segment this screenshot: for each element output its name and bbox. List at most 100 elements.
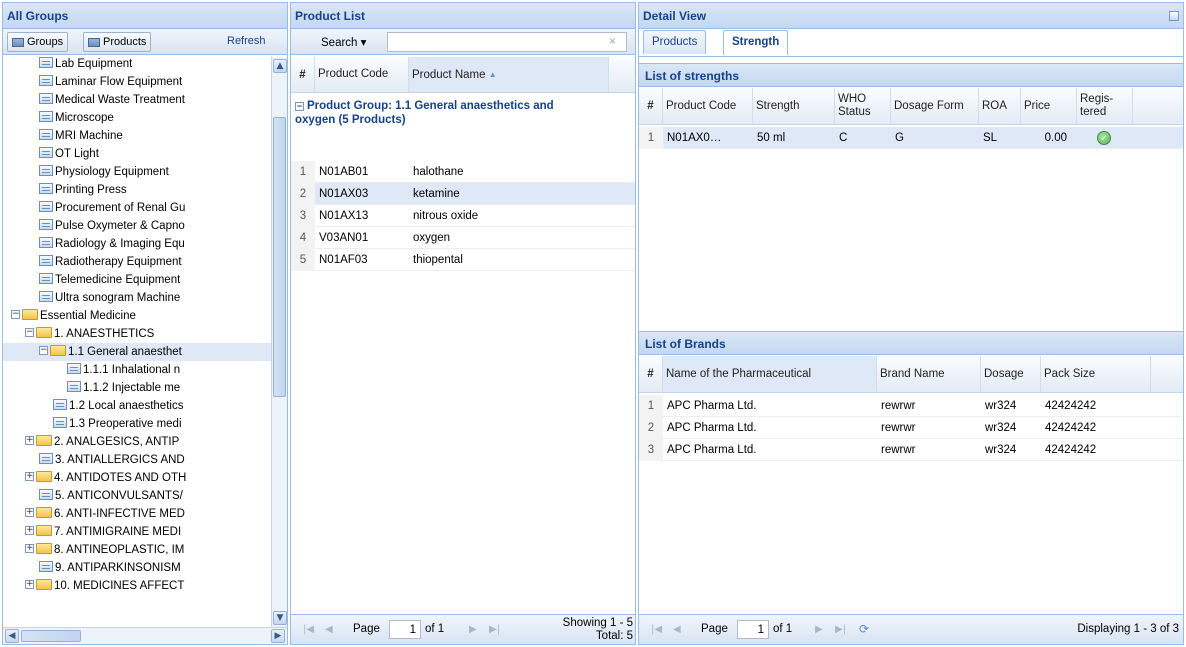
folder-icon xyxy=(36,471,52,483)
brand-row[interactable]: 1 APC Pharma Ltd. rewrwr wr324 42424242 xyxy=(639,395,1183,417)
tree-folder-node[interactable]: − 1.1 General anaesthet xyxy=(3,343,271,361)
col-registered[interactable]: Regis-tered xyxy=(1077,88,1133,124)
product-cell-n: 3 xyxy=(291,205,315,227)
collapse-icon[interactable]: − xyxy=(39,346,48,356)
page-of-label: of 1 xyxy=(425,623,445,635)
list-icon xyxy=(39,111,53,123)
tree-scroll-thumb[interactable] xyxy=(273,117,286,397)
page-number-input[interactable] xyxy=(737,620,769,639)
product-row[interactable]: 3 N01AX13 nitrous oxide xyxy=(291,205,635,227)
tree-vertical-scrollbar[interactable]: ▲ ▼ xyxy=(271,57,287,627)
tab-products[interactable]: Products xyxy=(643,30,707,54)
tree-node-label: 4. ANTIDOTES AND OTH xyxy=(54,472,187,484)
tree-node-label: Radiotherapy Equipment xyxy=(55,256,182,268)
col-who-status[interactable]: WHO Status xyxy=(835,88,891,124)
sort-asc-icon: ▲ xyxy=(488,70,497,79)
col-price[interactable]: Price xyxy=(1021,88,1077,124)
tree-hscroll-thumb[interactable] xyxy=(21,630,81,642)
col-dosage[interactable]: Dosage xyxy=(981,356,1041,392)
scroll-down-icon[interactable]: ▼ xyxy=(273,611,287,625)
product-cell-n: 5 xyxy=(291,249,315,271)
expand-icon[interactable]: + xyxy=(25,526,34,536)
col-num: # xyxy=(291,57,315,92)
col-product-code[interactable]: Product Code xyxy=(663,88,753,124)
col-pack-size[interactable]: Pack Size xyxy=(1041,356,1151,392)
col-product-name[interactable]: Product Name ▲ xyxy=(409,57,609,92)
next-page-icon[interactable]: ▶ xyxy=(469,624,477,635)
tree-node-label: Radiology & Imaging Equ xyxy=(55,238,185,250)
folder-icon xyxy=(22,309,38,321)
product-cell-name: oxygen xyxy=(413,232,451,244)
search-menu[interactable]: Search ▾ xyxy=(321,35,366,49)
showing-info: Showing 1 - 5 Total: 5 xyxy=(563,617,633,643)
product-row[interactable]: 4 V03AN01 oxygen xyxy=(291,227,635,249)
list-icon xyxy=(39,147,53,159)
list-icon xyxy=(39,129,53,141)
all-groups-title: All Groups xyxy=(3,3,287,29)
brand-cell-pharma: APC Pharma Ltd. xyxy=(667,422,757,434)
brand-row[interactable]: 2 APC Pharma Ltd. rewrwr wr324 42424242 xyxy=(639,417,1183,439)
product-row[interactable]: 5 N01AF03 thiopental xyxy=(291,249,635,271)
search-input[interactable] xyxy=(387,32,627,52)
prev-page-icon[interactable]: ◀ xyxy=(673,624,681,635)
col-roa[interactable]: ROA xyxy=(979,88,1021,124)
product-row[interactable]: 2 N01AX03 ketamine xyxy=(291,183,635,205)
col-product-code[interactable]: Product Code xyxy=(315,57,409,92)
tree-node-label: 6. ANTI-INFECTIVE MED xyxy=(54,508,185,520)
showing-text: Showing 1 - 5 xyxy=(562,617,633,629)
list-icon xyxy=(39,255,53,267)
collapse-group-icon[interactable]: − xyxy=(295,102,304,111)
tree-node-label: 2. ANALGESICS, ANTIP xyxy=(54,436,180,448)
refresh-button[interactable]: Refresh xyxy=(223,32,270,52)
strength-row[interactable]: 1 N01AX0… 50 ml C G SL 0.00 ✓ xyxy=(639,127,1183,149)
expand-icon[interactable]: + xyxy=(25,436,34,446)
refresh-icon[interactable]: ⟳ xyxy=(859,622,869,636)
last-page-icon[interactable]: ▶| xyxy=(489,624,500,635)
collapse-icon[interactable]: − xyxy=(25,328,34,338)
collapse-panel-icon[interactable] xyxy=(1169,11,1179,21)
tree-horizontal-scrollbar[interactable]: ◀ ▶ xyxy=(3,627,287,644)
col-strength[interactable]: Strength xyxy=(753,88,835,124)
expand-icon[interactable]: + xyxy=(25,472,34,482)
list-icon xyxy=(39,561,53,573)
col-brand-name[interactable]: Brand Name xyxy=(877,356,981,392)
products-icon xyxy=(88,37,100,47)
expand-icon[interactable]: + xyxy=(25,508,34,518)
expand-icon[interactable]: + xyxy=(25,580,34,590)
tab-strength[interactable]: Strength xyxy=(723,30,789,55)
group-tree: Lab Equipment Laminar Flow Equipment Medic… xyxy=(3,57,271,626)
brand-row[interactable]: 3 APC Pharma Ltd. rewrwr wr324 42424242 xyxy=(639,439,1183,461)
tree-node-label: Medical Waste Treatment xyxy=(55,94,185,106)
products-button[interactable]: Products xyxy=(83,32,152,52)
scroll-up-icon[interactable]: ▲ xyxy=(273,59,287,73)
product-group-header[interactable]: − Product Group: 1.1 General anaesthetics… xyxy=(295,99,595,127)
tree-node-label: 9. ANTIPARKINSONISM xyxy=(55,562,181,574)
product-group-label: Product Group: 1.1 General anaesthetics … xyxy=(295,100,554,126)
groups-button[interactable]: Groups xyxy=(7,32,69,52)
list-icon xyxy=(53,417,67,429)
first-page-icon[interactable]: |◀ xyxy=(651,624,662,635)
list-icon xyxy=(39,93,53,105)
col-dosage-form[interactable]: Dosage Form xyxy=(891,88,979,124)
col-pharmaceutical[interactable]: Name of the Pharmaceutical xyxy=(663,356,877,392)
scroll-left-icon[interactable]: ◀ xyxy=(5,629,19,643)
brand-cell-n: 2 xyxy=(639,417,663,439)
groups-icon xyxy=(12,37,24,47)
first-page-icon[interactable]: |◀ xyxy=(303,624,314,635)
collapse-icon[interactable]: − xyxy=(11,310,20,320)
tree-node-label: 10. MEDICINES AFFECT xyxy=(54,580,185,592)
folder-icon xyxy=(36,579,52,591)
list-icon xyxy=(39,273,53,285)
product-cell-name: thiopental xyxy=(413,254,463,266)
product-cell-name: nitrous oxide xyxy=(413,210,479,222)
product-row[interactable]: 1 N01AB01 halothane xyxy=(291,161,635,183)
page-number-input[interactable] xyxy=(389,620,421,639)
next-page-icon[interactable]: ▶ xyxy=(815,624,823,635)
scroll-right-icon[interactable]: ▶ xyxy=(271,629,285,643)
prev-page-icon[interactable]: ◀ xyxy=(325,624,333,635)
clear-search-icon[interactable]: × xyxy=(609,34,616,48)
list-icon xyxy=(39,165,53,177)
last-page-icon[interactable]: ▶| xyxy=(835,624,846,635)
expand-icon[interactable]: + xyxy=(25,544,34,554)
brand-cell-pack: 42424242 xyxy=(1045,444,1097,456)
